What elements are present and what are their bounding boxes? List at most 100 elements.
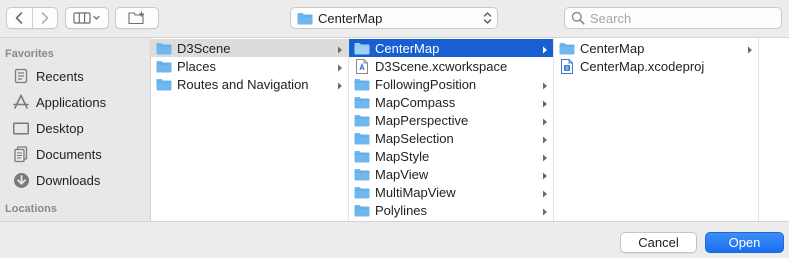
search-field[interactable] — [564, 7, 782, 29]
chevron-left-icon — [16, 12, 23, 24]
downloads-icon — [11, 171, 31, 189]
view-mode-button[interactable] — [65, 7, 109, 29]
disclosure-arrow-icon — [541, 43, 549, 54]
file-row-label: Routes and Navigation — [177, 76, 309, 92]
documents-icon — [11, 145, 31, 163]
browser-column-2: CenterMap D3Scene.xcworkspace FollowingPos… — [349, 38, 554, 221]
folder-icon — [354, 94, 370, 110]
folder-icon — [354, 166, 370, 182]
location-label: CenterMap — [318, 10, 383, 26]
sidebar-item-label: Downloads — [36, 172, 101, 188]
file-row[interactable]: FollowingPosition — [349, 75, 553, 93]
disclosure-arrow-icon — [746, 43, 754, 54]
sidebar: Favorites Recents Applications Desktop D… — [0, 38, 151, 221]
disclosure-arrow-icon — [541, 115, 549, 126]
new-folder-button[interactable] — [115, 7, 159, 29]
file-row-label: MultiMapView — [375, 184, 456, 200]
workspace-file-icon — [354, 58, 370, 74]
file-row[interactable]: Polylines — [349, 201, 553, 219]
file-row[interactable]: MapStyle — [349, 147, 553, 165]
locations-heading: Locations — [5, 203, 57, 215]
sidebar-item-label: Recents — [36, 68, 84, 84]
file-row-label: CenterMap.xcodeproj — [580, 58, 705, 74]
file-row[interactable]: MapView — [349, 165, 553, 183]
disclosure-arrow-icon — [336, 61, 344, 72]
file-row-label: MapSelection — [375, 130, 454, 146]
file-row-label: CenterMap — [580, 40, 645, 56]
disclosure-arrow-icon — [541, 151, 549, 162]
folder-icon — [559, 40, 575, 56]
sidebar-item-documents[interactable]: Documents — [0, 141, 150, 167]
file-row[interactable]: CenterMap — [554, 39, 758, 57]
folder-icon — [156, 76, 172, 92]
location-popup[interactable]: CenterMap — [290, 7, 498, 29]
recents-icon — [11, 67, 31, 85]
folder-icon — [354, 40, 370, 56]
sidebar-item-downloads[interactable]: Downloads — [0, 167, 150, 193]
disclosure-arrow-icon — [541, 79, 549, 90]
back-button[interactable] — [7, 8, 32, 28]
folder-icon — [354, 202, 370, 218]
file-row-label: Places — [177, 58, 217, 74]
desktop-icon — [11, 119, 31, 137]
file-row-label: Polylines — [375, 202, 428, 218]
file-row[interactable]: MapSelection — [349, 129, 553, 147]
forward-button[interactable] — [31, 8, 57, 28]
file-row[interactable]: Places — [151, 57, 348, 75]
disclosure-arrow-icon — [541, 205, 549, 216]
up-down-chevron-icon — [482, 11, 492, 25]
file-row[interactable]: CenterMap — [349, 39, 553, 57]
disclosure-arrow-icon — [336, 79, 344, 90]
folder-icon — [354, 76, 370, 92]
toolbar: CenterMap — [0, 0, 789, 38]
new-folder-icon — [128, 11, 144, 25]
disclosure-arrow-icon — [541, 97, 549, 108]
browser-column-3: CenterMap CenterMap.xcodeproj — [554, 38, 759, 221]
file-row[interactable]: Routes and Navigation — [151, 75, 348, 93]
disclosure-arrow-icon — [336, 43, 344, 54]
folder-icon — [297, 12, 313, 24]
folder-icon — [156, 58, 172, 74]
file-row[interactable]: MapCompass — [349, 93, 553, 111]
folder-icon — [354, 112, 370, 128]
file-row[interactable]: D3Scene.xcworkspace — [349, 57, 553, 75]
disclosure-arrow-icon — [541, 133, 549, 144]
xcodeproj-file-icon — [559, 58, 575, 74]
file-row-label: MapPerspective — [375, 112, 469, 128]
file-row[interactable]: CenterMap.xcodeproj — [554, 57, 758, 75]
file-row-label: CenterMap — [375, 40, 440, 56]
favorites-heading: Favorites — [5, 48, 54, 60]
file-row-label: D3Scene.xcworkspace — [375, 58, 508, 74]
file-row-label: MapCompass — [375, 94, 456, 110]
sidebar-item-label: Applications — [36, 94, 107, 110]
folder-icon — [354, 130, 370, 146]
file-row-label: D3Scene — [177, 40, 231, 56]
disclosure-arrow-icon — [541, 169, 549, 180]
browser-column-1: D3Scene Places Routes and Navigation — [151, 38, 349, 221]
chevron-right-icon — [41, 12, 49, 24]
search-icon — [571, 11, 585, 25]
open-button[interactable]: Open — [705, 232, 784, 253]
browser-column-4 — [759, 38, 789, 221]
footer: Cancel Open — [0, 221, 789, 258]
file-row[interactable]: MultiMapView — [349, 183, 553, 201]
cancel-button[interactable]: Cancel — [620, 232, 697, 253]
search-input[interactable] — [590, 10, 770, 26]
sidebar-item-label: Desktop — [36, 120, 84, 136]
folder-icon — [354, 148, 370, 164]
sidebar-item-applications[interactable]: Applications — [0, 89, 150, 115]
sidebar-item-desktop[interactable]: Desktop — [0, 115, 150, 141]
folder-icon — [354, 184, 370, 200]
sidebar-item-recents[interactable]: Recents — [0, 63, 150, 89]
sidebar-item-label: Documents — [36, 146, 102, 162]
file-row[interactable]: D3Scene — [151, 39, 348, 57]
back-forward-group — [6, 7, 58, 29]
applications-icon — [11, 93, 31, 111]
folder-icon — [156, 40, 172, 56]
disclosure-arrow-icon — [541, 187, 549, 198]
column-view-icon — [73, 12, 100, 24]
file-row-label: MapStyle — [375, 148, 430, 164]
file-row[interactable]: MapPerspective — [349, 111, 553, 129]
file-row-label: MapView — [375, 166, 429, 182]
file-row-label: FollowingPosition — [375, 76, 477, 92]
